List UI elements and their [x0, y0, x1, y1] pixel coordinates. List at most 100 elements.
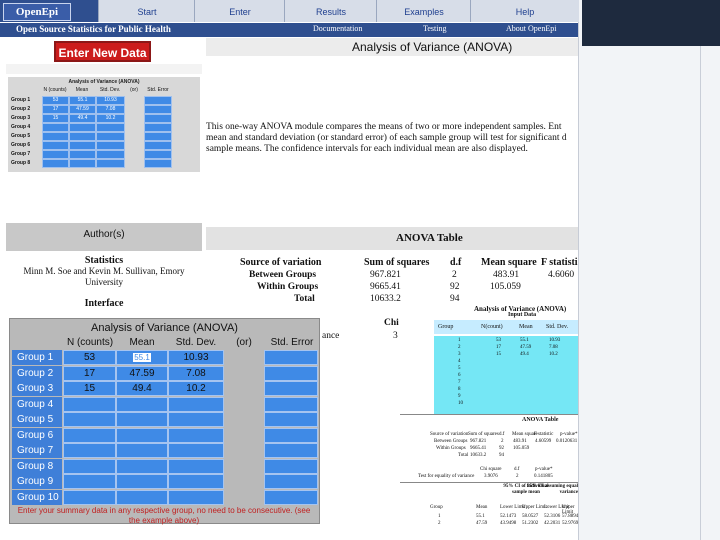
input-mean-value: 49.4 — [520, 352, 529, 357]
small-sd-input[interactable]: 7.08 — [96, 105, 125, 114]
big-sd-input[interactable] — [168, 459, 224, 474]
big-n-input[interactable] — [63, 474, 116, 489]
big-se-input[interactable] — [264, 443, 318, 458]
small-se-input[interactable] — [144, 150, 172, 159]
big-n-input[interactable]: 15 — [63, 381, 116, 396]
small-n-input[interactable] — [42, 141, 69, 150]
slide-right-panel — [578, 0, 720, 540]
link-documentation[interactable]: Documentation — [313, 22, 362, 36]
big-sd-input[interactable] — [168, 397, 224, 412]
big-sd-input[interactable] — [168, 443, 224, 458]
tab-start[interactable]: Start — [98, 0, 195, 22]
small-mean-input[interactable] — [69, 132, 96, 141]
small-mean-input[interactable]: 55.1 — [69, 96, 96, 105]
small-mean-input[interactable] — [69, 150, 96, 159]
big-n-input[interactable] — [63, 412, 116, 427]
divider-line — [400, 482, 578, 483]
tab-help[interactable]: Help — [470, 0, 579, 22]
small-sd-input[interactable] — [96, 159, 125, 168]
chi-header-p: p-value* — [535, 467, 553, 472]
small-sd-input[interactable] — [96, 150, 125, 159]
small-se-input[interactable] — [144, 96, 172, 105]
big-se-input[interactable] — [264, 366, 318, 381]
small-n-input[interactable] — [42, 123, 69, 132]
big-row-label: Group 9 — [12, 474, 62, 489]
small-n-input[interactable]: 53 — [42, 96, 69, 105]
big-n-input[interactable] — [63, 443, 116, 458]
tab-results[interactable]: Results — [284, 0, 377, 22]
small-mean-input[interactable]: 49.4 — [69, 114, 96, 123]
big-sd-input[interactable] — [168, 474, 224, 489]
big-mean-input[interactable] — [116, 459, 168, 474]
big-sd-input[interactable]: 7.08 — [168, 366, 224, 381]
input-sd-value: 10.2 — [549, 352, 558, 357]
big-sd-input[interactable]: 10.2 — [168, 381, 224, 396]
big-n-input[interactable]: 17 — [63, 366, 116, 381]
big-n-input[interactable] — [63, 459, 116, 474]
small-se-input[interactable] — [144, 132, 172, 141]
big-sd-input[interactable] — [168, 412, 224, 427]
small-n-input[interactable] — [42, 132, 69, 141]
small-sd-input[interactable] — [96, 132, 125, 141]
big-mean-input[interactable] — [116, 443, 168, 458]
input-group-num: 2 — [458, 345, 461, 350]
results-anova-header-df: d.f — [499, 432, 505, 437]
tab-enter[interactable]: Enter — [194, 0, 285, 22]
results-anova-df: 92 — [499, 446, 504, 451]
small-se-input[interactable] — [144, 159, 172, 168]
link-about[interactable]: About OpenEpi — [506, 22, 556, 36]
small-sd-input[interactable]: 10.93 — [96, 96, 125, 105]
small-mean-input[interactable] — [69, 123, 96, 132]
ci-row-mean: 47.59 — [476, 521, 488, 526]
big-se-input[interactable] — [264, 474, 318, 489]
small-mean-input[interactable]: 47.59 — [69, 105, 96, 114]
tab-examples[interactable]: Examples — [376, 0, 471, 22]
small-n-input[interactable] — [42, 159, 69, 168]
big-n-input[interactable] — [63, 490, 116, 505]
big-se-input[interactable] — [264, 459, 318, 474]
big-mean-input[interactable] — [116, 412, 168, 427]
big-n-input[interactable] — [63, 428, 116, 443]
small-se-input[interactable] — [144, 141, 172, 150]
big-mean-input[interactable] — [116, 490, 168, 505]
anova-row-ss: 967.821 — [370, 270, 401, 280]
small-se-input[interactable] — [144, 123, 172, 132]
big-sd-input[interactable]: 10.93 — [168, 350, 224, 365]
small-n-input[interactable] — [42, 150, 69, 159]
small-sd-input[interactable]: 10.2 — [96, 114, 125, 123]
big-mean-input[interactable] — [116, 428, 168, 443]
small-n-input[interactable]: 17 — [42, 105, 69, 114]
small-sd-input[interactable] — [96, 123, 125, 132]
big-n-input[interactable] — [63, 397, 116, 412]
anova-row-ms: 105.059 — [490, 282, 521, 292]
big-se-input[interactable] — [264, 490, 318, 505]
input-group-num: 6 — [458, 373, 461, 378]
small-se-input[interactable] — [144, 105, 172, 114]
big-mean-input[interactable]: 49.4 — [116, 381, 168, 396]
big-se-input[interactable] — [264, 412, 318, 427]
link-testing[interactable]: Testing — [423, 22, 446, 36]
small-sd-input[interactable] — [96, 141, 125, 150]
big-se-input[interactable] — [264, 397, 318, 412]
big-mean-input[interactable] — [116, 474, 168, 489]
small-mean-input[interactable] — [69, 159, 96, 168]
results-anova-ms: 483.91 — [513, 439, 527, 444]
enter-new-data-button[interactable]: Enter New Data — [54, 41, 151, 62]
big-se-input[interactable] — [264, 428, 318, 443]
statistics-heading: Statistics — [84, 255, 124, 266]
small-mean-input[interactable] — [69, 141, 96, 150]
small-n-input[interactable]: 15 — [42, 114, 69, 123]
big-mean-selected-text: 55.1 — [133, 353, 151, 362]
big-mean-input[interactable]: 55.1 — [116, 350, 168, 365]
small-se-input[interactable] — [144, 114, 172, 123]
big-mean-input[interactable] — [116, 397, 168, 412]
big-sd-input[interactable] — [168, 490, 224, 505]
anova-row-source: Within Groups — [257, 282, 319, 292]
ci-row-ul1: 58.0527 — [522, 514, 539, 519]
divider-line — [700, 46, 701, 540]
big-sd-input[interactable] — [168, 428, 224, 443]
big-n-input[interactable]: 53 — [63, 350, 116, 365]
big-mean-input[interactable]: 47.59 — [116, 366, 168, 381]
big-se-input[interactable] — [264, 350, 318, 365]
big-se-input[interactable] — [264, 381, 318, 396]
